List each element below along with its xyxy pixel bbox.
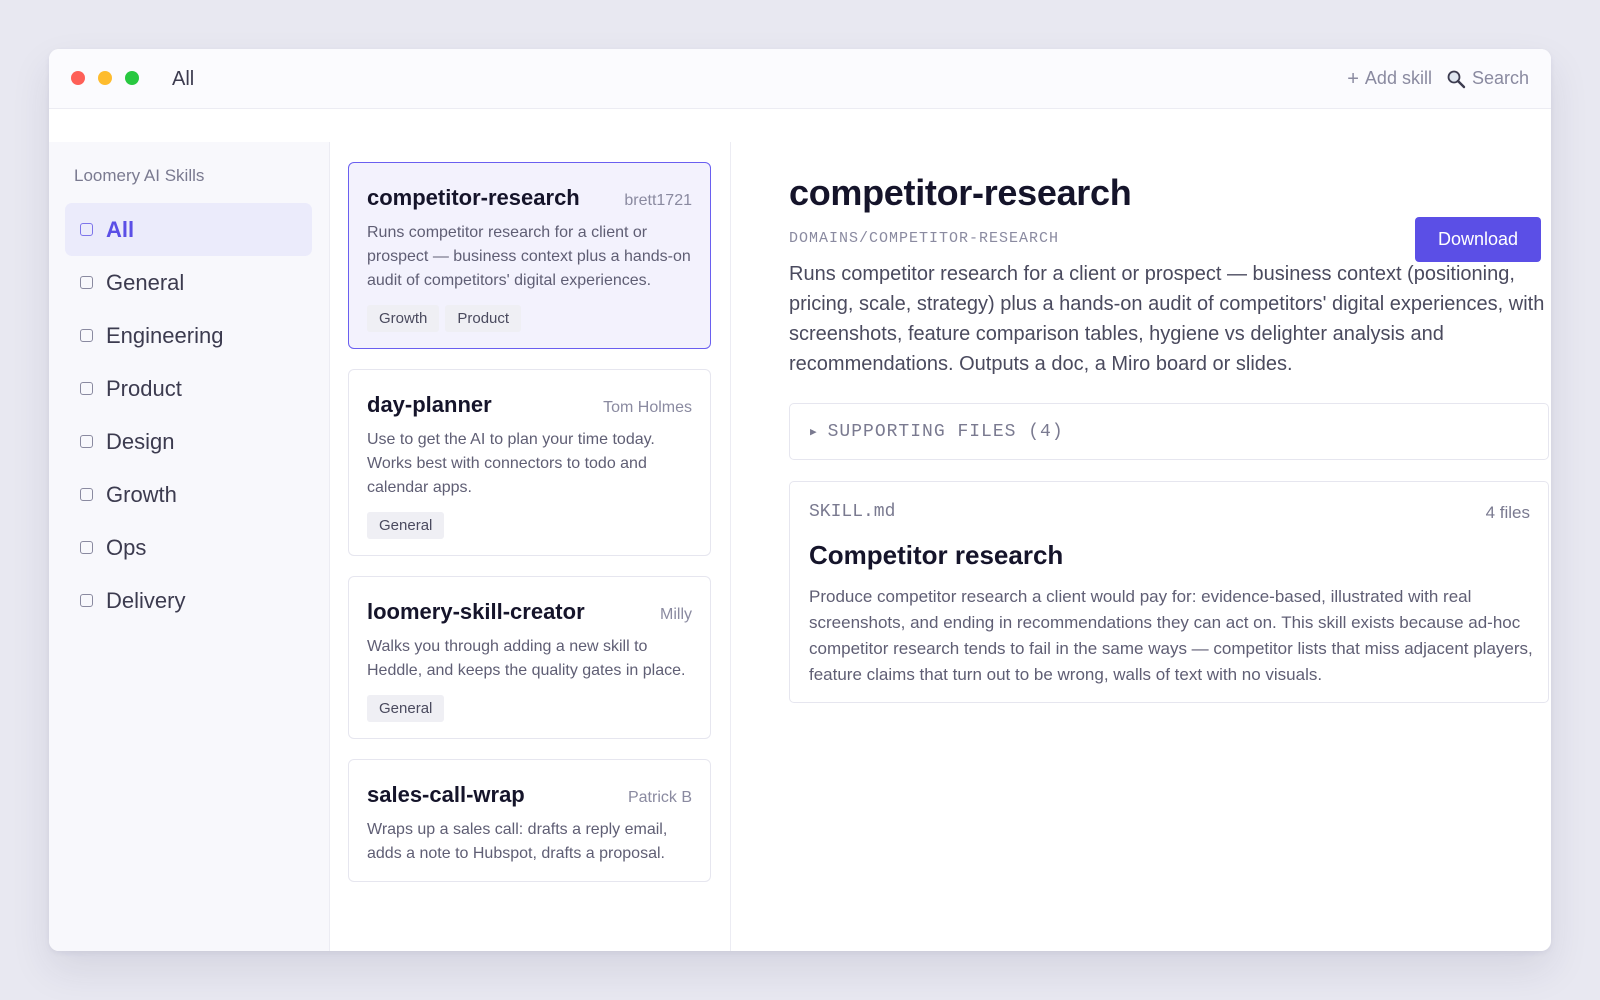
sidebar-item-design[interactable]: Design xyxy=(65,415,312,468)
sidebar: Loomery AI Skills All General Engineerin… xyxy=(49,142,330,951)
skill-card-name: loomery-skill-creator xyxy=(367,599,585,624)
supporting-files-toggle[interactable]: ▶ SUPPORTING FILES (4) xyxy=(789,403,1549,460)
disclosure-triangle-icon: ▶ xyxy=(810,426,818,439)
skill-file-preview: SKILL.md 4 files Competitor research Pro… xyxy=(789,481,1549,703)
skill-card-description: Use to get the AI to plan your time toda… xyxy=(367,431,655,496)
checkbox-icon xyxy=(80,488,93,501)
checkbox-icon xyxy=(80,541,93,554)
skill-card-author: Tom Holmes xyxy=(603,399,692,416)
sidebar-item-label: Growth xyxy=(106,481,177,507)
close-window-button[interactable] xyxy=(71,71,85,85)
sidebar-item-all[interactable]: All xyxy=(65,203,312,256)
sidebar-item-ops[interactable]: Ops xyxy=(65,521,312,574)
tag: General xyxy=(367,512,445,539)
checkbox-icon xyxy=(80,594,93,607)
sidebar-item-label: Engineering xyxy=(106,322,224,348)
skill-heading: Competitor research xyxy=(809,540,1064,570)
skill-card-name: day-planner xyxy=(367,392,492,417)
sidebar-item-label: All xyxy=(106,216,135,242)
checkbox-icon xyxy=(80,435,93,448)
skill-card-competitor-research[interactable]: competitor-research brett1721 Runs compe… xyxy=(348,162,711,349)
sidebar-item-label: Ops xyxy=(106,534,147,560)
minimize-window-button[interactable] xyxy=(98,71,112,85)
skill-card-description: Walks you through adding a new skill to … xyxy=(367,638,686,679)
supporting-files-label: SUPPORTING FILES (4) xyxy=(827,421,1064,442)
skill-card-loomery-skill-creator[interactable]: loomery-skill-creator Milly Walks you th… xyxy=(348,576,711,739)
add-skill-label: Add skill xyxy=(1364,68,1432,88)
checkbox-icon xyxy=(80,382,93,395)
checkbox-icon xyxy=(80,276,93,289)
file-count: 4 files xyxy=(1485,503,1530,522)
checkbox-icon xyxy=(80,223,93,236)
plus-icon: + xyxy=(1347,67,1359,90)
download-button[interactable]: Download xyxy=(1415,217,1541,262)
skill-filename: SKILL.md xyxy=(809,502,896,522)
search-label: Search xyxy=(1471,68,1529,88)
maximize-window-button[interactable] xyxy=(125,71,139,85)
skill-card-author: brett1721 xyxy=(624,192,692,209)
search-button[interactable]: Search xyxy=(1446,68,1529,89)
tag-list: General xyxy=(367,512,692,539)
skill-card-author: Patrick B xyxy=(627,789,692,806)
category-nav: All General Engineering Product Design G… xyxy=(65,203,312,627)
tag-list: General xyxy=(367,695,692,722)
toolbar: + Add skill Search xyxy=(1347,68,1529,89)
skill-card-sales-call-wrap[interactable]: sales-call-wrap Patrick B Wraps up a sal… xyxy=(348,759,711,882)
tag: General xyxy=(367,695,445,722)
skill-card-author: Milly xyxy=(660,606,692,623)
detail-title: competitor-research xyxy=(789,172,1132,213)
sidebar-item-label: General xyxy=(106,269,185,295)
skill-list: competitor-research brett1721 Runs compe… xyxy=(330,142,731,951)
skill-detail: competitor-research Download DOMAINS/COM… xyxy=(759,142,1551,951)
skill-path: DOMAINS/COMPETITOR-RESEARCH xyxy=(789,230,1060,247)
title-bar: All + Add skill Search xyxy=(49,49,1551,109)
skill-card-description: Wraps up a sales call: drafts a reply em… xyxy=(367,821,668,862)
sidebar-item-delivery[interactable]: Delivery xyxy=(65,574,312,627)
skill-card-name: sales-call-wrap xyxy=(367,782,525,807)
add-skill-button[interactable]: + Add skill xyxy=(1347,68,1432,89)
skill-card-name: competitor-research xyxy=(367,185,580,210)
skill-card-description: Runs competitor research for a client or… xyxy=(367,224,691,289)
tag-list: Growth Product xyxy=(367,305,692,332)
sidebar-item-growth[interactable]: Growth xyxy=(65,468,312,521)
sidebar-item-engineering[interactable]: Engineering xyxy=(65,309,312,362)
tag: Growth xyxy=(367,305,440,332)
sidebar-item-label: Delivery xyxy=(106,587,186,613)
checkbox-icon xyxy=(80,329,93,342)
tag: Product xyxy=(445,305,522,332)
app-window: All + Add skill Search Loomery AI Skills… xyxy=(49,49,1551,951)
sidebar-brand: Loomery AI Skills xyxy=(74,166,205,185)
window-title: All xyxy=(172,68,195,90)
skill-card-day-planner[interactable]: day-planner Tom Holmes Use to get the AI… xyxy=(348,369,711,556)
sidebar-item-product[interactable]: Product xyxy=(65,362,312,415)
detail-description: Runs competitor research for a client or… xyxy=(789,263,1545,375)
sidebar-item-label: Design xyxy=(106,428,175,454)
skill-body: Produce competitor research a client wou… xyxy=(809,587,1533,684)
sidebar-item-label: Product xyxy=(106,375,182,401)
search-icon xyxy=(1447,70,1466,88)
sidebar-item-general[interactable]: General xyxy=(65,256,312,309)
